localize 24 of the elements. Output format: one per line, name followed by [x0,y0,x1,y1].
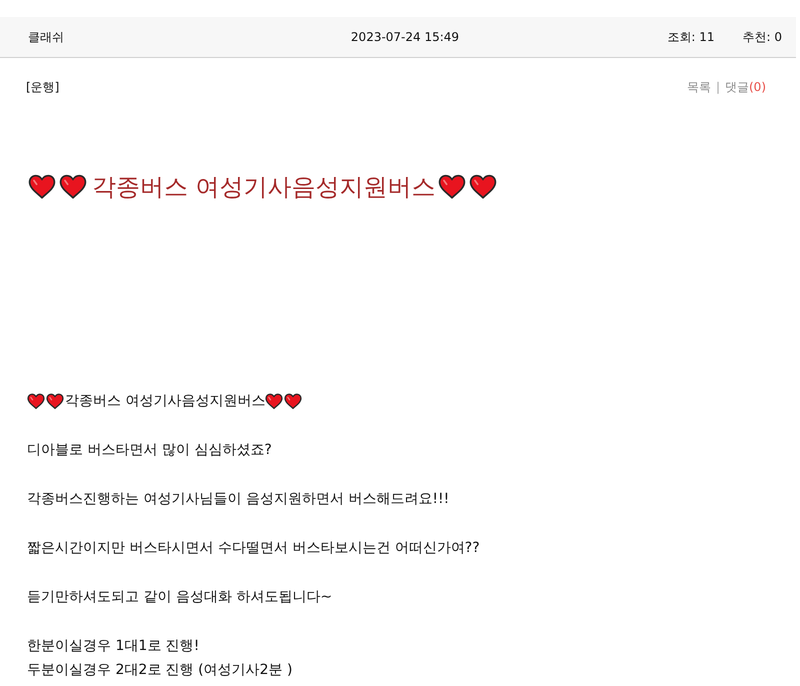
body-text: 각종버스진행하는 여성기사님들이 음성지원하면서 버스해드려요!!! [27,490,450,509]
post-title: 각종버스 여성기사음성지원버스 [92,172,436,203]
view-count: 조회: 11 [667,28,714,46]
list-link[interactable]: 목록 [686,78,711,96]
post-date: 2023-07-24 15:49 [350,30,460,44]
heart-icon [59,174,87,200]
heart-icon [438,174,466,200]
body-text: 각종버스 여성기사음성지원버스 [65,392,266,411]
body-text: 짧은시간이지만 버스타시면서 수다떨면서 버스타보시는건 어떠신가여?? [27,539,480,558]
heart-icon [284,392,302,410]
separator: | [716,79,720,96]
category-label: [운행] [26,79,60,96]
body-text: 한분이실경우 1대1로 진행! [27,637,200,656]
heart-icon [27,392,45,410]
heart-icon [46,392,64,410]
body-text: 두분이실경우 2대2로 진행 (여성기사2분 ) [27,661,292,680]
body-text: 듣기만하셔도되고 같이 음성대화 하셔도됩니다~ [27,588,332,607]
heart-icon [28,174,56,200]
recommend-count: 추천: 0 [742,28,782,46]
comment-link[interactable]: 댓글(0) [725,78,766,96]
author-name: 클래쉬 [28,28,64,46]
body-text: 디아블로 버스타면서 많이 심심하셨죠? [27,441,272,460]
heart-icon [468,174,497,200]
heart-icon [265,392,284,410]
